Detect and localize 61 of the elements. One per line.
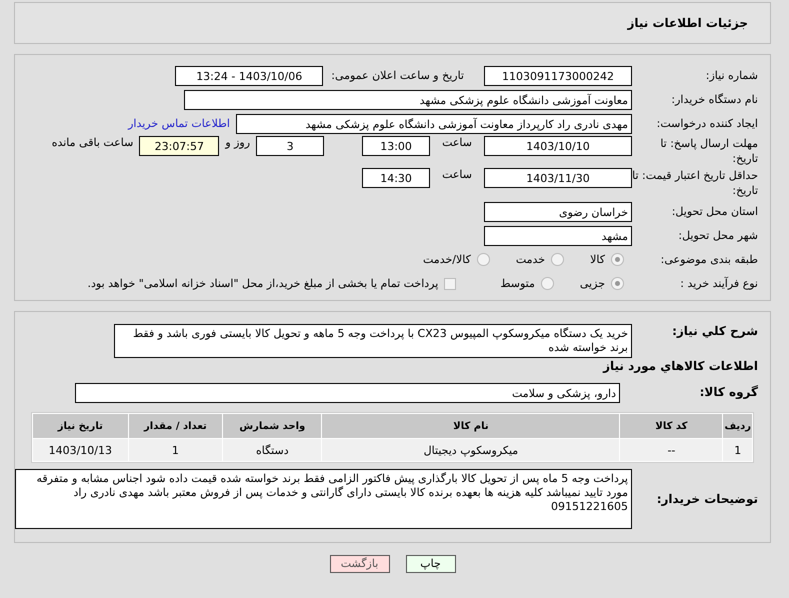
field-label: شماره نیاز:: [704, 68, 759, 83]
radio-button[interactable]: [611, 277, 624, 290]
buyer-field: معاونت آموزشی دانشگاه علوم پزشکی مشهد: [184, 90, 632, 110]
notes-textarea: پرداخت وجه 5 ماه پس از تحویل کالا بارگذاری پیش فاکتور الزامی فقط برند خواسته شده قیمت داده شود اجناس مشابه و متفرقه مورد تایید نمیباشد کلیه هزینه ها بعهده برنده کالا بایستی دارای گارانتی و خدمات پس از فروش معتبر باشد مهدی نادری راد 09151221605: [15, 469, 632, 529]
table-cell: 1403/10/13: [33, 439, 128, 461]
validity-time-field: 14:30: [362, 168, 430, 188]
field-label: تاریخ و ساعت اعلان عمومی:: [331, 69, 464, 82]
requester-field: مهدی نادری راد کارپرداز معاونت آموزشی دانشگاه علوم پزشکی مشهد: [236, 114, 632, 134]
radio-label: کالا: [590, 253, 605, 266]
field-label: شرح کلي نياز:: [671, 324, 759, 339]
column-header: واحد شمارش: [223, 414, 322, 438]
field-label: توضیحات خریدار:: [656, 492, 759, 506]
radio-label: خدمت: [516, 253, 546, 266]
column-header: تاریخ نیاز: [33, 414, 128, 438]
column-header: نام کالا: [322, 414, 620, 438]
city-field: مشهد: [484, 226, 632, 246]
remaining-label: ساعت باقی مانده: [52, 136, 134, 149]
table-cell: میکروسکوپ دیجیتال: [322, 439, 620, 461]
remaining-time-field: 23:07:57: [139, 136, 220, 156]
table-cell: 1: [128, 439, 222, 461]
radio-label: کالا/خدمت: [423, 253, 471, 266]
radio-label: جزیی: [580, 277, 605, 290]
announce-date-field: 1403/10/06 - 13:24: [175, 66, 324, 86]
summary-textarea: خرید یک دستگاه میکروسکوپ المپیوس CX23 با پرداخت وجه 5 ماهه و تحویل کالا بایستی فوری باشد و فقط برند خواسته شده: [114, 324, 632, 358]
deadline-date-field: 1403/10/10: [484, 136, 632, 156]
days-field: 3: [256, 136, 324, 156]
field-label: طبقه بندی موضوعی:: [660, 252, 759, 267]
goods-group-field: دارو، پزشکی و سلامت: [75, 382, 620, 402]
days-label: روز و: [225, 136, 250, 149]
radio-button[interactable]: [611, 253, 624, 266]
time-label: ساعت: [442, 168, 472, 181]
field-label: ایجاد کننده درخواست:: [656, 116, 759, 131]
radio-button[interactable]: [476, 253, 490, 266]
radio-label: متوسط: [500, 277, 535, 290]
field-label: گروه کالا:: [698, 385, 759, 400]
checkbox[interactable]: [444, 278, 456, 290]
section-heading: اطلاعات کالاهاي مورد نياز: [602, 359, 759, 373]
province-field: خراسان رضوی: [484, 202, 632, 222]
column-header: تعداد / مقدار: [128, 414, 222, 438]
table-cell: 1: [723, 439, 752, 461]
deadline-time-field: 13:00: [362, 136, 430, 156]
checkbox-label: پرداخت تمام یا بخشی از مبلغ خرید،از محل "اسناد خزانه اسلامی" خواهد بود.: [88, 277, 438, 290]
field-label: شهر محل تحویل:: [677, 228, 759, 243]
buyer-contact-link[interactable]: اطلاعات تماس خریدار: [128, 117, 230, 130]
field-label: حداقل تاریخ اعتبار قیمت: تا تاریخ:: [632, 168, 759, 198]
need-number-field: 1103091173000242: [484, 66, 632, 86]
column-header: ردیف: [723, 414, 752, 438]
back-button[interactable]: بازگشت: [330, 555, 390, 573]
radio-button[interactable]: [551, 253, 564, 266]
radio-button[interactable]: [540, 277, 554, 290]
time-label: ساعت: [442, 136, 472, 149]
table-cell: --: [620, 439, 722, 461]
field-label: نام دستگاه خریدار:: [670, 92, 759, 107]
field-label: استان محل تحویل:: [670, 204, 759, 219]
field-label: نوع فرآیند خرید :: [679, 276, 759, 291]
table-cell: دستگاه: [223, 439, 322, 461]
validity-date-field: 1403/11/30: [484, 168, 632, 188]
page-title: جزئیات اطلاعات نیاز: [627, 16, 748, 30]
field-label: مهلت ارسال پاسخ: تا تاریخ:: [659, 136, 759, 166]
column-header: کد کالا: [620, 414, 722, 438]
print-button[interactable]: چاپ: [406, 555, 456, 573]
